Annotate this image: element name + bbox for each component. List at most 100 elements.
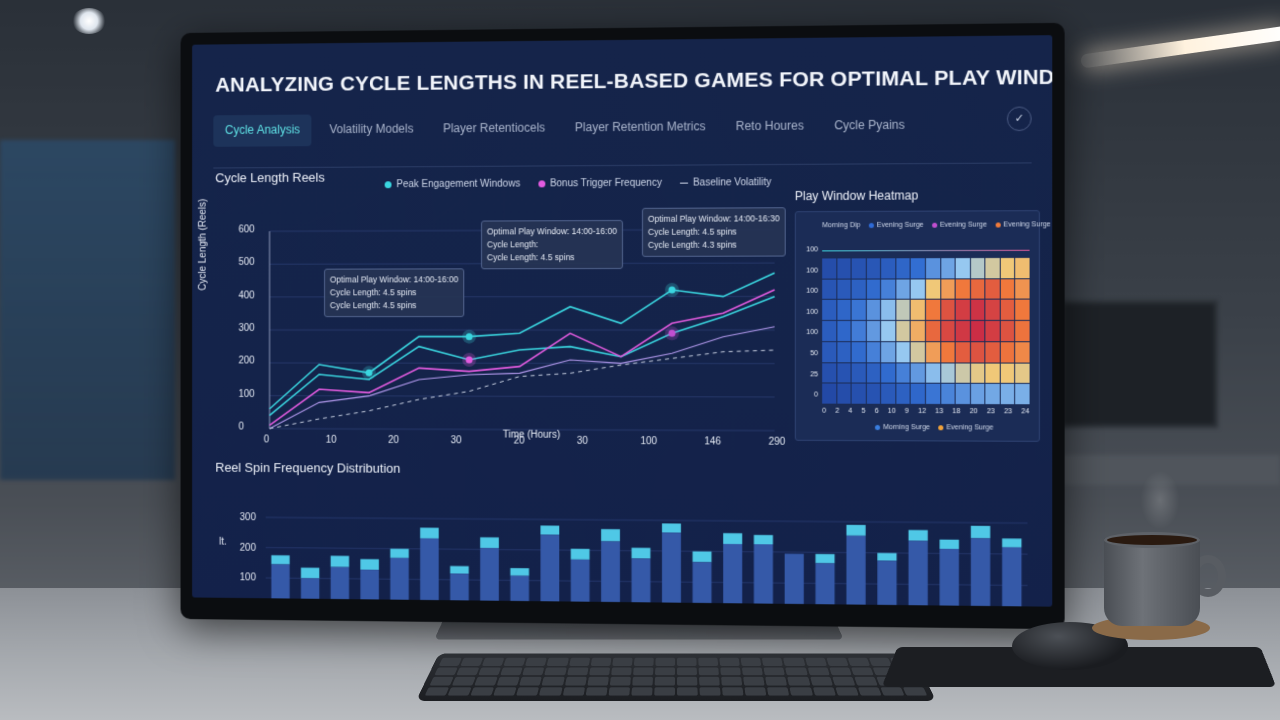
bar-segment-base [815,563,835,607]
highlight-point [668,286,676,294]
bar-segment-top [480,537,499,549]
keyboard-key [721,676,743,686]
keyboard-key [744,686,767,696]
keyboard-key [834,686,859,696]
heatmap-y-label: 100 [806,308,819,316]
chart-tooltip: Optimal Play Window: 14:00-16:00 Cycle Le… [481,219,623,270]
legend-dot-icon [868,222,874,229]
bar-segment-base [330,566,350,607]
heatmap-cell [822,341,836,362]
keyboard-key [612,657,633,666]
heatmap-cell [836,321,851,341]
tooltip-line: Cycle Length: 4.5 spins [486,252,575,263]
keyboard-key [789,686,813,696]
heatmap-y-label: 100 [806,267,819,275]
tab-2[interactable]: Player Retentiocels [431,112,557,145]
keyboard-key [544,667,567,676]
bar-segment-top [662,523,681,533]
heatmap-cell [1015,257,1030,278]
tab-1[interactable]: Volatility Models [318,114,426,147]
tab-bar: Cycle Analysis Volatility Models Player Re… [213,109,990,147]
keyboard-key [539,686,563,696]
heatmap-x-label: 10 [887,407,896,415]
keyboard-key [609,676,631,686]
bar-segment-base [970,538,991,607]
keyboard-key [742,667,764,676]
heatmap-cell [911,258,925,279]
heatmap-cell [822,362,836,383]
keyboard-key [880,686,905,696]
bar-segment-top [908,529,928,541]
heatmap-cell [925,321,940,342]
bar-segment-top [753,534,773,545]
keyboard-key [765,676,788,686]
keyboard-key [564,676,587,686]
keyboard-key [429,676,454,686]
heatmap-x-label: 18 [952,408,961,416]
heatmap-title: Play Window Heatmap [794,188,919,204]
bar-segment-base [753,544,773,607]
keyboard-key [452,676,476,686]
x-tick-label: 290 [768,436,786,448]
keyboard-key [677,676,698,686]
bar-segment-base [784,553,804,607]
heatmap-legend-bottom: Morning Surge Evening Surge [874,424,993,432]
heatmap-panel: Morning Dip Evening Surge Evening Surge Eve… [794,210,1051,442]
heatmap-cell [896,321,911,342]
heatmap-y-label: 100 [806,287,819,295]
heatmap-cell [970,321,985,342]
heatmap-cell [881,279,896,300]
keyboard-key [633,657,654,666]
background-monitor [1060,300,1218,428]
bar-segment-base [1002,547,1022,607]
bar-segment-base [420,538,439,607]
tab-5[interactable]: Cycle Pyains [822,109,917,142]
keyboard-key [654,667,676,676]
heatmap-y-label: 100 [806,329,819,337]
heatmap-y-label: 100 [806,246,819,254]
check-button[interactable]: ✓ [1006,106,1032,132]
heatmap-cell [851,362,866,383]
heatmap-cell [896,383,911,404]
keyboard [415,653,937,701]
bar-segment-top [723,533,743,545]
heatmap-cell [911,321,925,342]
tooltip-line: Cycle Length: 4.5 spins [647,226,737,237]
keyboard-key [722,686,744,696]
heatmap-cell [1015,342,1030,363]
heatmap-cell [866,279,881,300]
heatmap-cell [925,258,940,279]
keyboard-key [434,667,458,676]
bar-chart: 0100200300Oel 100 220 283 126 755 160 100 101 146… [240,512,1040,607]
tab-0[interactable]: Cycle Analysis [213,114,312,147]
heatmap-cell [866,341,881,362]
keyboard-key [632,667,654,676]
heatmap-cell [985,257,1000,279]
heatmap-cell [836,341,851,362]
heatmap-cell [925,300,940,321]
keyboard-key [654,686,675,696]
heatmap-cell [940,384,955,405]
keyboard-key [783,657,805,666]
heatmap-cell [940,279,955,300]
heatmap-cell [955,363,970,384]
line-chart-title: Cycle Length Reels [215,169,325,186]
tab-4[interactable]: Reto Houres [724,110,816,143]
tab-3[interactable]: Player Retention Metrics [563,111,718,144]
heatmap-x-label: 13 [935,408,944,416]
x-tick-label: 30 [576,435,588,447]
tooltip-line: Cycle Length: 4.5 spins [329,287,417,298]
heatmap-x-label: 23 [986,408,995,416]
heatmap-cell [970,363,985,384]
heatmap-cell [970,342,985,363]
heatmap-legend-item: Evening Surge [938,424,993,432]
heatmap-cell [836,383,851,404]
tooltip-line: Cycle Length: 4.5 spins [329,300,417,311]
x-tick-label: 20 [388,435,399,446]
keyboard-key [525,657,548,666]
tooltip-line: Optimal Play Window: 14:00-16:00 [486,225,617,237]
heatmap-cell [970,258,985,279]
heatmap-cell [911,300,925,321]
heatmap-cell [985,363,1000,384]
bar-segment-top [692,551,712,563]
